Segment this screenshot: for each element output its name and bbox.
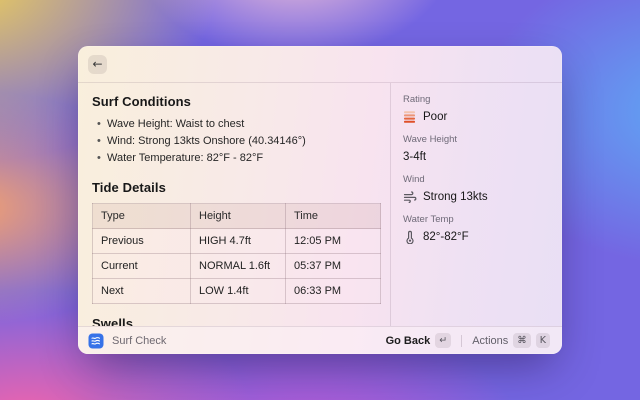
wind-icon xyxy=(403,190,417,204)
water-temp-group: Water Temp 82°-82°F xyxy=(403,214,550,244)
rating-value-row: Poor xyxy=(403,109,550,124)
wind-group: Wind Strong 13kts xyxy=(403,174,550,204)
wave-height-label: Wave Height xyxy=(403,134,550,145)
go-back-button[interactable]: Go Back ↵ xyxy=(384,331,454,350)
list-item: Wind: Strong 13kts Onshore (40.34146°) xyxy=(92,133,374,150)
cell-time: 06:33 PM xyxy=(286,279,381,304)
cell-type: Next xyxy=(93,279,191,304)
content-area: Surf Conditions Wave Height: Waist to ch… xyxy=(78,83,562,326)
column-header-time: Time xyxy=(286,204,381,229)
surf-conditions-list: Wave Height: Waist to chest Wind: Strong… xyxy=(92,116,374,167)
rating-label: Rating xyxy=(403,94,550,105)
rating-value: Poor xyxy=(423,111,447,123)
tide-details-heading: Tide Details xyxy=(92,180,374,195)
level-bars-icon xyxy=(403,110,417,124)
wind-label: Wind xyxy=(403,174,550,185)
cell-time: 05:37 PM xyxy=(286,254,381,279)
rating-group: Rating Poor xyxy=(403,94,550,124)
wave-height-value: 3-4ft xyxy=(403,151,426,163)
cell-time: 12:05 PM xyxy=(286,229,381,254)
water-temp-label: Water Temp xyxy=(403,214,550,225)
cell-height: HIGH 4.7ft xyxy=(191,229,286,254)
tide-table: Type Height Time Previous HIGH 4.7ft 12:… xyxy=(92,203,381,304)
cell-type: Current xyxy=(93,254,191,279)
water-temp-value: 82°-82°F xyxy=(423,231,469,243)
command-key-icon: ⌘ xyxy=(513,333,531,348)
table-row: Previous HIGH 4.7ft 12:05 PM xyxy=(93,229,381,254)
cell-height: NORMAL 1.6ft xyxy=(191,254,286,279)
wind-value-row: Strong 13kts xyxy=(403,189,550,204)
app-badge: Surf Check xyxy=(88,333,166,349)
wind-value: Strong 13kts xyxy=(423,191,488,203)
actions-label: Actions xyxy=(472,335,508,347)
return-key-icon: ↵ xyxy=(435,333,451,348)
cell-type: Previous xyxy=(93,229,191,254)
list-item: Wave Height: Waist to chest xyxy=(92,116,374,133)
column-header-type: Type xyxy=(93,204,191,229)
k-key-icon: K xyxy=(536,333,550,348)
back-button[interactable]: ← xyxy=(88,55,107,74)
water-temp-value-row: 82°-82°F xyxy=(403,229,550,244)
detail-panel: Surf Conditions Wave Height: Waist to ch… xyxy=(78,83,390,326)
window-header: ← xyxy=(78,46,562,83)
list-item: Water Temperature: 82°F - 82°F xyxy=(92,150,374,167)
thermometer-icon xyxy=(403,230,417,244)
app-name: Surf Check xyxy=(112,335,166,347)
action-bar: Surf Check Go Back ↵ Actions ⌘ K xyxy=(78,326,562,354)
table-row: Current NORMAL 1.6ft 05:37 PM xyxy=(93,254,381,279)
metadata-panel: Rating Poor Wave Height xyxy=(391,83,562,326)
swells-heading: Swells xyxy=(92,316,374,326)
footer-divider xyxy=(461,335,462,347)
column-header-height: Height xyxy=(191,204,286,229)
surf-conditions-heading: Surf Conditions xyxy=(92,94,374,109)
surf-check-window: ← Surf Conditions Wave Height: Waist to … xyxy=(78,46,562,354)
wave-height-group: Wave Height 3-4ft xyxy=(403,134,550,164)
table-row: Next LOW 1.4ft 06:33 PM xyxy=(93,279,381,304)
table-header-row: Type Height Time xyxy=(93,204,381,229)
cell-height: LOW 1.4ft xyxy=(191,279,286,304)
surf-check-app-icon xyxy=(88,333,104,349)
actions-button[interactable]: Actions ⌘ K xyxy=(470,331,552,350)
go-back-label: Go Back xyxy=(386,335,431,347)
